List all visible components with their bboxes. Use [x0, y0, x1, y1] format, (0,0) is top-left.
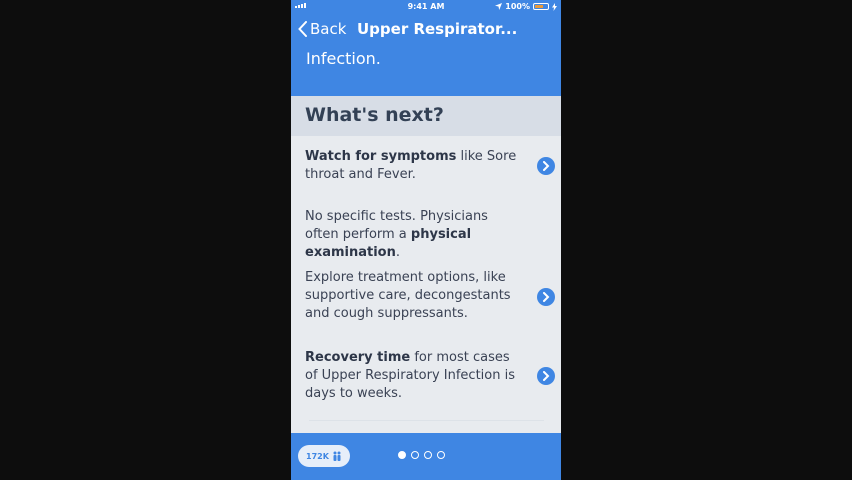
- chevron-right-icon[interactable]: [537, 288, 555, 306]
- item-text: Explore treatment options, like supporti…: [305, 269, 521, 323]
- battery-icon: [533, 3, 549, 10]
- chevron-right-icon[interactable]: [537, 157, 555, 175]
- status-bar: 9:41 AM 100%: [291, 0, 561, 14]
- back-button[interactable]: Back: [298, 20, 346, 38]
- item-body: Explore treatment options, like supporti…: [305, 270, 511, 321]
- list-item-symptoms[interactable]: Watch for symptoms like Sore throat and …: [305, 148, 555, 184]
- phone-screen: 9:41 AM 100% Back Upper Respirator... In…: [291, 0, 561, 480]
- location-icon: [495, 3, 503, 10]
- status-right: 100%: [495, 2, 557, 11]
- list-item-tests: No specific tests. Physicians often perf…: [305, 208, 555, 262]
- page-indicator: [398, 451, 445, 459]
- chevron-left-icon: [298, 21, 307, 37]
- header: 9:41 AM 100% Back Upper Respirator... In…: [291, 0, 561, 96]
- footer: 172K: [291, 433, 561, 480]
- list-item-treatment[interactable]: Explore treatment options, like supporti…: [305, 269, 555, 323]
- page-dot-2[interactable]: [411, 451, 419, 459]
- item-text: Watch for symptoms like Sore throat and …: [305, 148, 521, 184]
- page-dot-4[interactable]: [437, 451, 445, 459]
- item-text: No specific tests. Physicians often perf…: [305, 208, 521, 262]
- nav-bar: Back Upper Respirator...: [291, 18, 561, 44]
- views-count: 172K: [306, 451, 329, 461]
- page-dot-3[interactable]: [424, 451, 432, 459]
- item-text: Recovery time for most cases of Upper Re…: [305, 349, 521, 403]
- back-label: Back: [310, 20, 347, 38]
- page-title: Upper Respirator...: [357, 20, 518, 38]
- views-count-badge[interactable]: 172K: [298, 445, 350, 467]
- people-icon: [333, 451, 341, 461]
- page-dot-1[interactable]: [398, 451, 406, 459]
- item-bold: Recovery time: [305, 350, 411, 365]
- section-header: What's next?: [291, 96, 561, 136]
- chevron-right-icon[interactable]: [537, 367, 555, 385]
- charging-icon: [552, 2, 557, 11]
- section-title: What's next?: [305, 104, 444, 126]
- battery-percent: 100%: [505, 2, 530, 11]
- list-item-recovery[interactable]: Recovery time for most cases of Upper Re…: [305, 349, 555, 403]
- item-suffix: .: [395, 245, 401, 260]
- divider: [309, 420, 544, 421]
- item-bold: Watch for symptoms: [305, 149, 457, 164]
- header-subtitle: Infection.: [306, 49, 381, 68]
